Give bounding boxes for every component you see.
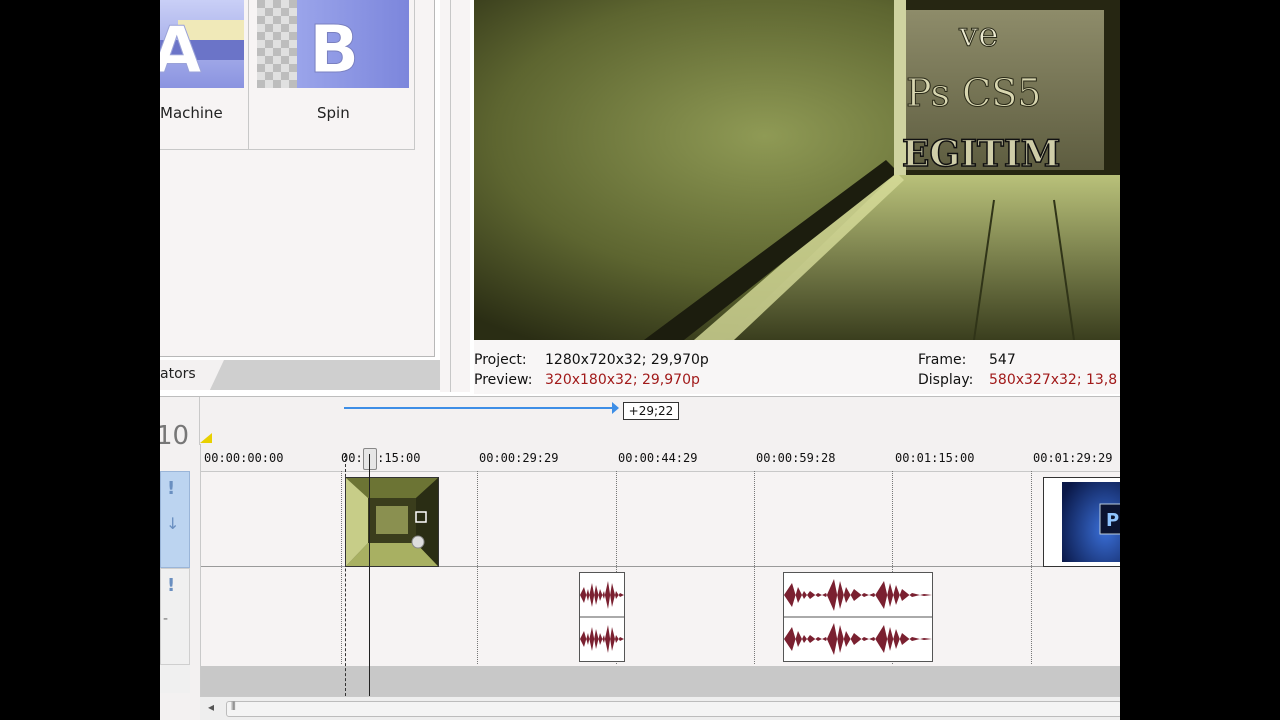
preview-frame: ve Ps CS5 EGITIM — [474, 0, 1120, 340]
video-clip-2[interactable]: P — [1043, 477, 1120, 567]
time-ruler[interactable]: 00:00:00:00 00:00:15:00 00:00:29:29 00:0… — [201, 444, 1120, 472]
transition-machine-thumbnail: A — [160, 0, 244, 88]
ruler-label: 00:00:15:00 — [341, 451, 421, 465]
audio-waveform — [784, 579, 932, 655]
audio-clip[interactable] — [783, 572, 933, 662]
selection-arrow-icon — [612, 402, 619, 414]
transitions-panel: A Machine B Spin — [160, 0, 435, 357]
preview-label: Preview: — [474, 372, 533, 388]
preview-info-bar: Project: 1280x720x32; 29,970p Preview: 3… — [474, 340, 1120, 394]
preview-value: 320x180x32; 29,970p — [545, 372, 700, 388]
transition-label: Spin — [317, 104, 350, 122]
tab-label: ators — [160, 366, 196, 382]
ruler-label: 00:00:59:28 — [756, 451, 836, 465]
video-clip-thumbnail — [346, 478, 438, 566]
playhead-line[interactable] — [369, 454, 370, 696]
selection-length-badge: +29;22 — [623, 402, 679, 420]
marker-icon[interactable] — [200, 431, 214, 443]
track-fx-icon[interactable]: ! — [167, 575, 175, 596]
audio-clip[interactable] — [579, 572, 625, 662]
ruler-label: 00:01:29:29 — [1033, 451, 1113, 465]
transition-machine[interactable]: A Machine — [160, 0, 249, 150]
track-down-arrow-icon[interactable]: ↓ — [166, 514, 179, 533]
transition-spin[interactable]: B Spin — [249, 0, 415, 150]
scroll-left-icon[interactable]: ◂ — [208, 700, 214, 714]
display-label: Display: — [918, 372, 974, 388]
tab-generators[interactable]: ators — [160, 360, 224, 390]
ruler-label: 00:00:00:00 — [204, 451, 284, 465]
selection-start-line — [345, 454, 346, 696]
track-level-dash: - — [163, 611, 169, 627]
playhead-handle[interactable] — [363, 448, 377, 470]
audio-track-header[interactable]: ! - — [160, 568, 190, 665]
horizontal-scrollbar[interactable]: ◂ ⦀ — [200, 696, 1120, 720]
selection-range-line[interactable] — [344, 407, 616, 409]
track-fx-icon[interactable]: ! — [167, 478, 175, 499]
timeline-tracks: 00:00:00:00 00:00:15:00 00:00:29:29 00:0… — [200, 444, 1120, 696]
audio-track[interactable] — [201, 568, 1120, 664]
timeline-bottom-strip — [201, 666, 1120, 696]
overlay-line-3: EGITIM — [902, 133, 1061, 175]
frame-label: Frame: — [918, 352, 967, 368]
scroll-thumb[interactable]: ⦀ — [226, 700, 1120, 717]
video-editor-window: A Machine B Spin ators ve Ps CS5 EGITIM … — [160, 0, 1120, 720]
thumb-glyph-a: A — [160, 14, 202, 88]
video-track[interactable]: P — [201, 471, 1120, 567]
track-number: 10 — [160, 421, 190, 451]
transition-label: Machine — [160, 104, 223, 122]
project-value: 1280x720x32; 29,970p — [545, 352, 709, 368]
video-clip-2-thumbnail: P — [1062, 482, 1120, 562]
project-label: Project: — [474, 352, 527, 368]
ruler-label: 00:00:29:29 — [479, 451, 559, 465]
clip-fx-icon[interactable] — [411, 535, 425, 549]
overlay-line-2: Ps CS5 — [906, 71, 1041, 115]
video-clip[interactable] — [345, 477, 439, 567]
video-preview: ve Ps CS5 EGITIM — [474, 0, 1120, 340]
ruler-label: 00:01:15:00 — [895, 451, 975, 465]
ruler-label: 00:00:44:29 — [618, 451, 698, 465]
overlay-line-1: ve — [958, 15, 998, 55]
display-value: 580x327x32; 13,8 — [989, 372, 1118, 388]
scroll-grip-icon: ⦀ — [231, 700, 236, 713]
panel-tab-bar: ators — [160, 360, 440, 390]
audio-waveform — [580, 581, 624, 653]
timeline: 10 +29;22 ! ↓ ! - 00:00:00:00 00:00:15:0… — [160, 396, 1120, 720]
thumb-glyph-b: B — [309, 11, 359, 88]
clip-2-glyph: P — [1106, 510, 1119, 531]
panel-splitter[interactable] — [440, 0, 470, 392]
transition-spin-thumbnail: B — [257, 0, 409, 88]
track-headers: ! ↓ ! - — [160, 471, 190, 693]
video-track-header[interactable]: ! ↓ — [160, 471, 190, 568]
frame-value: 547 — [989, 352, 1016, 368]
timeline-top-bar: 10 +29;22 — [160, 396, 1120, 451]
